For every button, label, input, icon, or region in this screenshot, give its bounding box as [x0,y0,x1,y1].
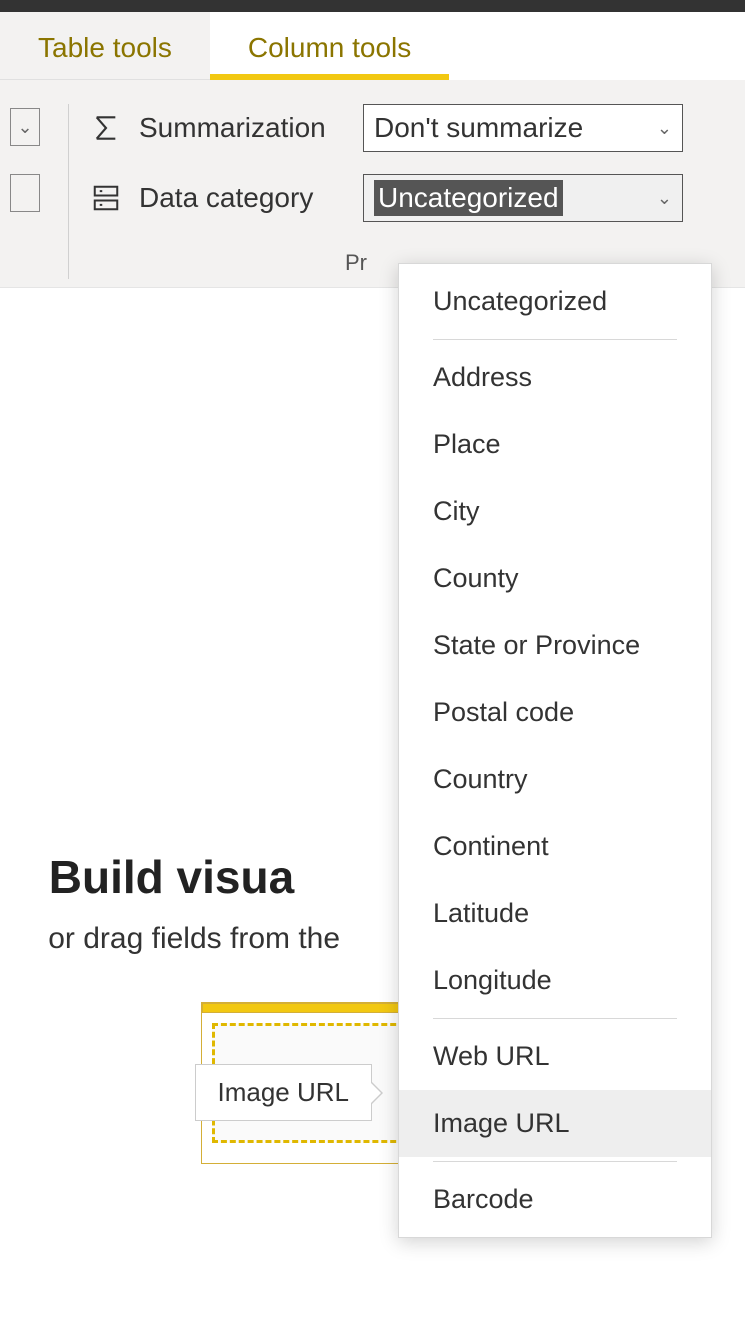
field-drag-tooltip: Image URL [195,1064,373,1121]
ribbon-divider [68,104,69,279]
dropdown-item[interactable]: Address [399,344,711,411]
ribbon-tabs: Table tools Column tools [0,12,745,80]
ribbon-left-fragment: ⌄ [0,104,50,279]
window-titlebar [0,0,745,12]
dropdown-item[interactable]: State or Province [399,612,711,679]
dropdown-item[interactable]: Continent [399,813,711,880]
dropdown-item[interactable]: Latitude [399,880,711,947]
dropdown-item[interactable]: County [399,545,711,612]
summarization-label: Summarization [139,112,349,144]
summarization-row: Summarization Don't summarize ⌄ [87,104,745,152]
ribbon-properties-group: Summarization Don't summarize ⌄ Data cat… [87,104,745,279]
tab-column-tools[interactable]: Column tools [210,12,449,80]
data-category-select[interactable]: Uncategorized ⌄ [363,174,683,222]
data-category-label: Data category [139,182,349,214]
truncated-control[interactable] [10,174,40,212]
data-category-row: Data category Uncategorized ⌄ [87,174,745,222]
canvas-sub-left: or drag fields from the [48,922,340,955]
data-category-dropdown: Uncategorized AddressPlaceCityCountyState… [398,263,712,1238]
data-category-value: Uncategorized [374,180,563,216]
dropdown-separator [433,1018,677,1019]
dropdown-item[interactable]: Longitude [399,947,711,1014]
canvas-title-left: Build visua [49,851,294,903]
chevron-down-icon: ⌄ [657,188,672,209]
dropdown-separator [433,1161,677,1162]
sigma-icon [87,109,125,147]
chevron-down-icon: ⌄ [17,117,32,138]
category-icon [87,179,125,217]
dropdown-separator [433,339,677,340]
dropdown-item[interactable]: Place [399,411,711,478]
dropdown-item[interactable]: Country [399,746,711,813]
dropdown-item[interactable]: Uncategorized [399,268,711,335]
truncated-dropdown[interactable]: ⌄ [10,108,40,146]
dropdown-item[interactable]: Postal code [399,679,711,746]
ribbon: ⌄ Summarization Don't summarize ⌄ [0,80,745,288]
dropdown-item[interactable]: Barcode [399,1166,711,1233]
chevron-down-icon: ⌄ [657,118,672,139]
summarization-value: Don't summarize [374,112,583,144]
tab-table-tools[interactable]: Table tools [0,12,210,80]
summarization-select[interactable]: Don't summarize ⌄ [363,104,683,152]
dropdown-item[interactable]: Web URL [399,1023,711,1090]
dropdown-item[interactable]: Image URL [399,1090,711,1157]
dropdown-item[interactable]: City [399,478,711,545]
